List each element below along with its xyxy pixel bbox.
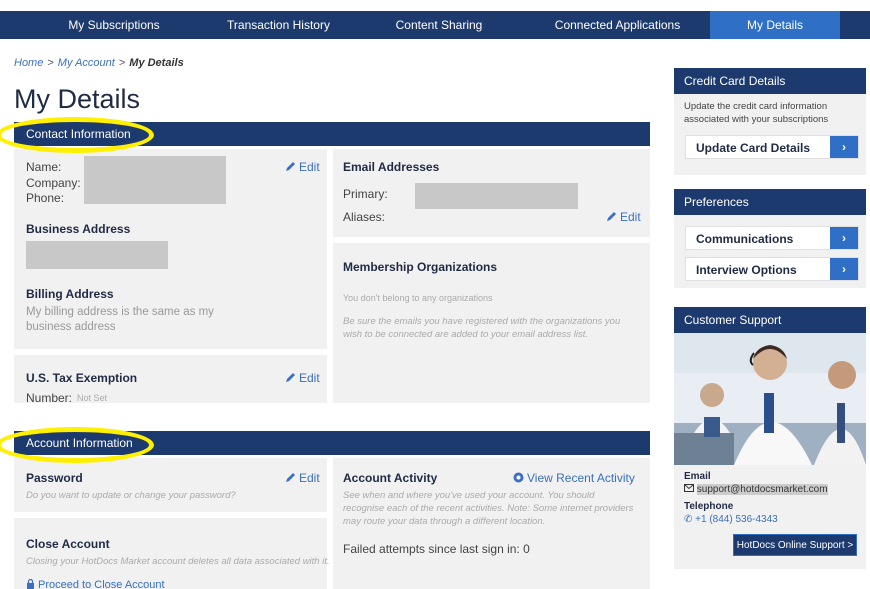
- edit-password-label: Edit: [299, 471, 320, 485]
- customer-support-header: Customer Support: [674, 307, 866, 333]
- tax-exemption-heading: U.S. Tax Exemption: [26, 371, 138, 385]
- redacted-primary-email: [415, 183, 578, 209]
- tax-number-label: Number:: [26, 391, 73, 405]
- phone-icon: ✆: [684, 514, 693, 525]
- redacted-business-address: [26, 241, 168, 269]
- password-panel: [14, 458, 327, 512]
- top-nav: My Subscriptions Transaction History Con…: [0, 11, 870, 39]
- credit-card-text: Update the credit card information assoc…: [684, 101, 829, 125]
- tab-my-subscriptions[interactable]: My Subscriptions: [34, 11, 194, 39]
- eye-icon: [513, 472, 524, 483]
- breadcrumb-separator: >: [118, 57, 126, 69]
- view-recent-activity-link[interactable]: View Recent Activity: [513, 471, 635, 485]
- breadcrumb-home[interactable]: Home: [14, 57, 43, 69]
- pencil-icon: [286, 162, 295, 171]
- pencil-icon: [286, 373, 295, 382]
- support-telephone-row: ✆ +1 (844) 536-4343: [684, 514, 778, 525]
- breadcrumb-my-account[interactable]: My Account: [58, 57, 115, 69]
- close-account-note: Closing your HotDocs Market account dele…: [26, 556, 330, 567]
- communications-button[interactable]: Communications ›: [685, 226, 859, 250]
- account-activity-heading: Account Activity: [343, 471, 438, 485]
- preferences-box: Preferences Communications › Interview O…: [674, 189, 866, 288]
- edit-password-link[interactable]: Edit: [285, 471, 320, 485]
- name-label: Name:: [26, 160, 62, 174]
- interview-options-button[interactable]: Interview Options ›: [685, 257, 859, 281]
- contact-information-highlight: [0, 117, 154, 153]
- aliases-label: Aliases:: [343, 210, 386, 224]
- tax-number-value: Not Set: [77, 393, 108, 403]
- view-recent-activity-label: View Recent Activity: [527, 471, 635, 485]
- support-email-row: support@hotdocsmarket.com: [684, 484, 828, 495]
- tab-connected-applications[interactable]: Connected Applications: [530, 11, 705, 39]
- support-telephone-label: Telephone: [684, 501, 734, 512]
- business-address-heading: Business Address: [26, 222, 131, 236]
- phone-label: Phone:: [26, 191, 65, 205]
- breadcrumb: Home > My Account > My Details: [14, 57, 184, 69]
- chevron-right-icon: ›: [830, 227, 858, 249]
- email-addresses-heading: Email Addresses: [343, 160, 440, 174]
- membership-organizations-heading: Membership Organizations: [343, 260, 498, 274]
- billing-address-text: My billing address is the same as my bus…: [26, 306, 214, 333]
- account-activity-note: See when and where you've used your acco…: [343, 490, 634, 527]
- edit-contact-link[interactable]: Edit: [285, 160, 320, 174]
- membership-note: Be sure the emails you have registered w…: [343, 316, 621, 340]
- support-telephone-link[interactable]: +1 (844) 536-4343: [695, 514, 778, 525]
- credit-card-box: Credit Card Details Update the credit ca…: [674, 68, 866, 175]
- tab-transaction-history[interactable]: Transaction History: [206, 11, 351, 39]
- customer-support-box: Customer Support Email support@hotdocsma…: [674, 307, 866, 569]
- support-email-link[interactable]: support@hotdocsmarket.com: [696, 484, 828, 495]
- page-title: My Details: [14, 84, 141, 114]
- failed-attempts-text: Failed attempts since last sign in: 0: [343, 542, 530, 556]
- edit-tax-link[interactable]: Edit: [285, 371, 320, 385]
- billing-address-heading: Billing Address: [26, 287, 114, 301]
- update-card-details-button[interactable]: Update Card Details ›: [685, 135, 859, 159]
- close-account-heading: Close Account: [26, 537, 110, 551]
- interview-options-label: Interview Options: [696, 263, 797, 277]
- password-heading: Password: [26, 471, 83, 485]
- pencil-icon: [286, 473, 295, 482]
- redacted-contact-details: [84, 156, 226, 204]
- chevron-right-icon: ›: [830, 136, 858, 158]
- edit-email-label: Edit: [620, 210, 641, 224]
- hotdocs-online-support-button[interactable]: HotDocs Online Support >: [733, 534, 857, 556]
- company-label: Company:: [26, 176, 81, 190]
- lock-icon: [27, 578, 34, 589]
- account-information-highlight: [0, 427, 154, 463]
- proceed-close-account-link[interactable]: Proceed to Close Account: [26, 578, 165, 589]
- preferences-header: Preferences: [674, 189, 866, 215]
- edit-email-link[interactable]: Edit: [606, 210, 641, 224]
- tab-my-details[interactable]: My Details: [710, 11, 840, 39]
- primary-email-label: Primary:: [343, 187, 388, 201]
- edit-contact-label: Edit: [299, 160, 320, 174]
- communications-label: Communications: [696, 232, 794, 246]
- chevron-right-icon: ›: [830, 258, 858, 280]
- breadcrumb-current: My Details: [129, 57, 184, 69]
- update-card-details-label: Update Card Details: [696, 141, 811, 155]
- breadcrumb-separator: >: [47, 57, 54, 69]
- edit-tax-label: Edit: [299, 371, 320, 385]
- support-agents-photo: [674, 333, 866, 465]
- support-email-label: Email: [684, 471, 711, 482]
- envelope-icon: [684, 484, 694, 492]
- tab-content-sharing[interactable]: Content Sharing: [364, 11, 514, 39]
- pencil-icon: [607, 212, 616, 221]
- password-note: Do you want to update or change your pas…: [26, 490, 236, 501]
- proceed-close-account-label: Proceed to Close Account: [38, 579, 165, 589]
- credit-card-header: Credit Card Details: [674, 68, 866, 94]
- membership-none-text: You don't belong to any organizations: [343, 293, 493, 303]
